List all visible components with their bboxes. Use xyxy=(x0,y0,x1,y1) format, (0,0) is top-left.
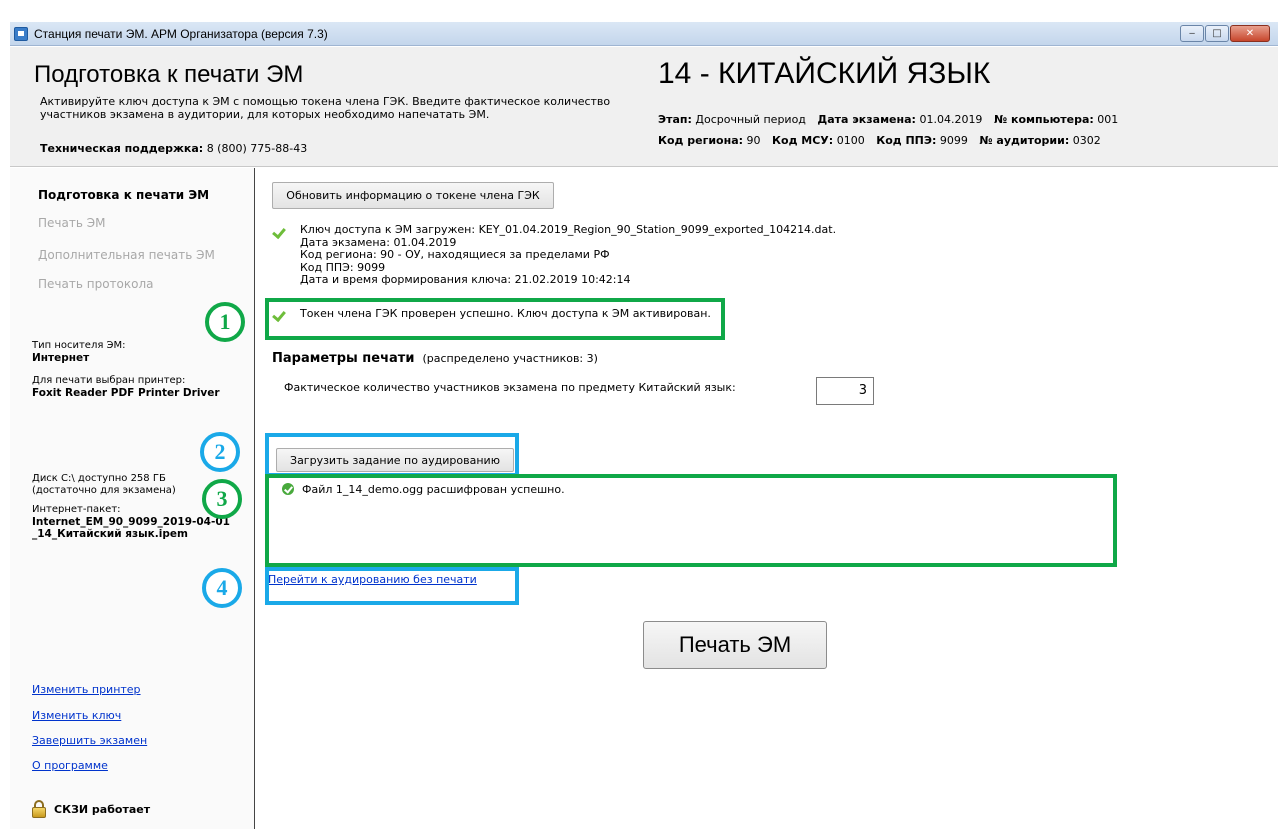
computer-label: № компьютера: xyxy=(993,113,1094,126)
page-header: Подготовка к печати ЭМ Активируйте ключ … xyxy=(10,47,1278,167)
key-region: Код региона: 90 - ОУ, находящиеся за пре… xyxy=(300,248,610,261)
stage-value: Досрочный период xyxy=(695,113,806,126)
key-info: Ключ доступа к ЭМ загружен: KEY_01.04.20… xyxy=(300,223,837,287)
key-created: Дата и время формирования ключа: 21.02.2… xyxy=(300,273,631,286)
print-params-distributed: (распределено участников: 3) xyxy=(422,352,598,365)
disk-info-line2: (достаточно для экзамена) xyxy=(32,485,176,496)
participants-label: Фактическое количество участников экзаме… xyxy=(284,381,736,394)
annotation-frame-3 xyxy=(265,474,1117,567)
annotation-badge-1: 1 xyxy=(205,302,245,342)
close-icon: ✕ xyxy=(1245,27,1255,39)
minimize-button[interactable]: ‒ xyxy=(1180,25,1204,42)
package-value-line2: _14_Китайский язык.ipem xyxy=(32,528,188,540)
annotation-frame-4 xyxy=(265,567,519,605)
skzi-status: СКЗИ работает xyxy=(32,800,150,818)
exam-meta-row-1: Этап: Досрочный период Дата экзамена: 01… xyxy=(658,109,1126,130)
exam-date-value: 01.04.2019 xyxy=(919,113,983,126)
printer-value: Foxit Reader PDF Printer Driver xyxy=(32,387,220,399)
room-label: № аудитории: xyxy=(979,134,1070,147)
region-label: Код региона: xyxy=(658,134,744,147)
window-title-bar[interactable]: Станция печати ЭМ. АРМ Организатора (вер… xyxy=(10,22,1278,46)
page-title: Подготовка к печати ЭМ xyxy=(34,61,304,88)
exam-date-label: Дата экзамена: xyxy=(817,113,916,126)
finish-exam-link[interactable]: Завершить экзамен xyxy=(32,734,147,747)
print-em-button[interactable]: Печать ЭМ xyxy=(643,621,827,669)
computer-value: 001 xyxy=(1097,113,1119,126)
media-type-label: Тип носителя ЭМ: xyxy=(32,340,126,351)
minimize-icon: ‒ xyxy=(1188,27,1196,39)
stage-label: Этап: xyxy=(658,113,692,126)
close-button[interactable]: ✕ xyxy=(1230,25,1270,42)
change-key-link[interactable]: Изменить ключ xyxy=(32,709,121,722)
key-loaded-text: Ключ доступа к ЭМ загружен: KEY_01.04.20… xyxy=(300,223,837,236)
disk-info-line1: Диск C:\ доступно 258 ГБ xyxy=(32,473,166,484)
annotation-frame-2 xyxy=(265,433,519,477)
window-controls: ‒ □ ✕ xyxy=(1180,25,1270,42)
region-value: 90 xyxy=(746,134,761,147)
sidebar-item-extra-print: Дополнительная печать ЭМ xyxy=(38,248,215,262)
annotation-frame-1 xyxy=(265,298,725,340)
exam-meta-row-2: Код региона: 90 Код МСУ: 0100 Код ППЭ: 9… xyxy=(658,130,1126,151)
annotation-badge-4: 4 xyxy=(202,568,242,608)
check-icon xyxy=(273,226,287,236)
ppe-value: 9099 xyxy=(939,134,968,147)
exam-meta: Этап: Досрочный период Дата экзамена: 01… xyxy=(658,109,1126,151)
room-value: 0302 xyxy=(1072,134,1101,147)
app-icon xyxy=(14,27,28,41)
msu-value: 0100 xyxy=(836,134,865,147)
maximize-icon: □ xyxy=(1212,27,1222,39)
print-params-heading: Параметры печати xyxy=(272,351,415,366)
sidebar-item-prepare[interactable]: Подготовка к печати ЭМ xyxy=(38,188,209,202)
support-info: Техническая поддержка: 8 (800) 775-88-43 xyxy=(40,142,307,155)
change-printer-link[interactable]: Изменить принтер xyxy=(32,683,141,696)
annotation-badge-3: 3 xyxy=(202,479,242,519)
sidebar-item-print: Печать ЭМ xyxy=(38,216,106,230)
msu-label: Код МСУ: xyxy=(772,134,834,147)
maximize-button[interactable]: □ xyxy=(1205,25,1229,42)
sidebar-item-protocol: Печать протокола xyxy=(38,277,154,291)
annotation-badge-2: 2 xyxy=(200,432,240,472)
support-label: Техническая поддержка: xyxy=(40,142,204,155)
media-type-value: Интернет xyxy=(32,352,90,364)
lock-icon xyxy=(32,800,46,818)
about-link[interactable]: О программе xyxy=(32,759,108,772)
print-params-title: Параметры печати (распределено участников… xyxy=(272,351,598,366)
ppe-label: Код ППЭ: xyxy=(876,134,937,147)
package-label: Интернет-пакет: xyxy=(32,504,121,515)
participants-count-input[interactable]: 3 xyxy=(816,377,874,405)
window-title: Станция печати ЭМ. АРМ Организатора (вер… xyxy=(34,27,328,41)
skzi-status-text: СКЗИ работает xyxy=(54,802,151,816)
refresh-token-button[interactable]: Обновить информацию о токене члена ГЭК xyxy=(272,182,554,209)
printer-label: Для печати выбран принтер: xyxy=(32,375,186,386)
page-description: Активируйте ключ доступа к ЭМ с помощью … xyxy=(40,95,611,121)
support-phone: 8 (800) 775-88-43 xyxy=(206,142,308,155)
subject-title: 14 - КИТАЙСКИЙ ЯЗЫК xyxy=(658,57,991,90)
